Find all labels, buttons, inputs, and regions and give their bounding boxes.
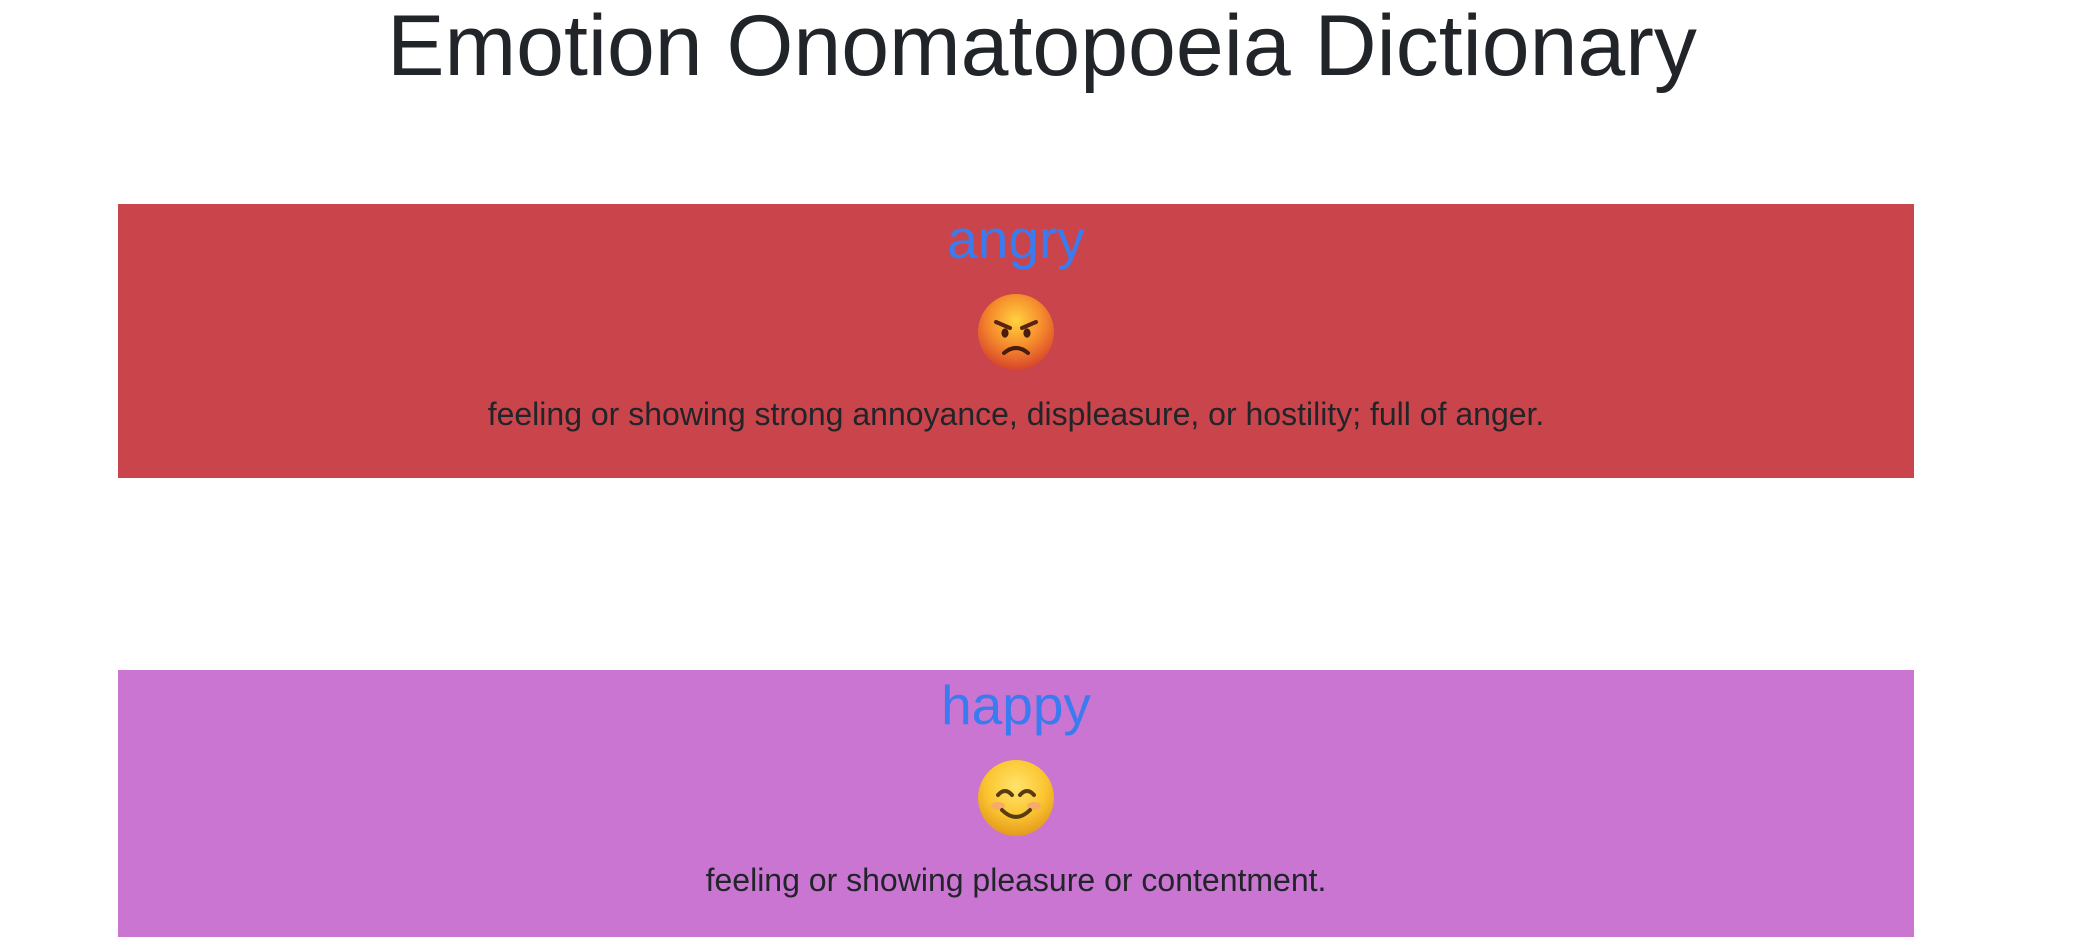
- emotion-card-angry: angry feeling or showing strong annoyanc…: [118, 204, 1914, 478]
- page: Emotion Onomatopoeia Dictionary angry fe…: [0, 0, 2084, 937]
- emotion-card-happy: happy feeling or showing pleasure or con…: [118, 670, 1914, 937]
- emotion-definition-happy: feeling or showing pleasure or contentme…: [705, 862, 1327, 898]
- page-title: Emotion Onomatopoeia Dictionary: [387, 0, 1697, 94]
- smiling-face-icon: [976, 758, 1056, 838]
- emotion-link-happy[interactable]: happy: [118, 670, 1914, 738]
- emotion-link-angry[interactable]: angry: [118, 204, 1914, 272]
- emotion-definition-angry: feeling or showing strong annoyance, dis…: [487, 396, 1545, 432]
- angry-face-icon: [976, 292, 1056, 372]
